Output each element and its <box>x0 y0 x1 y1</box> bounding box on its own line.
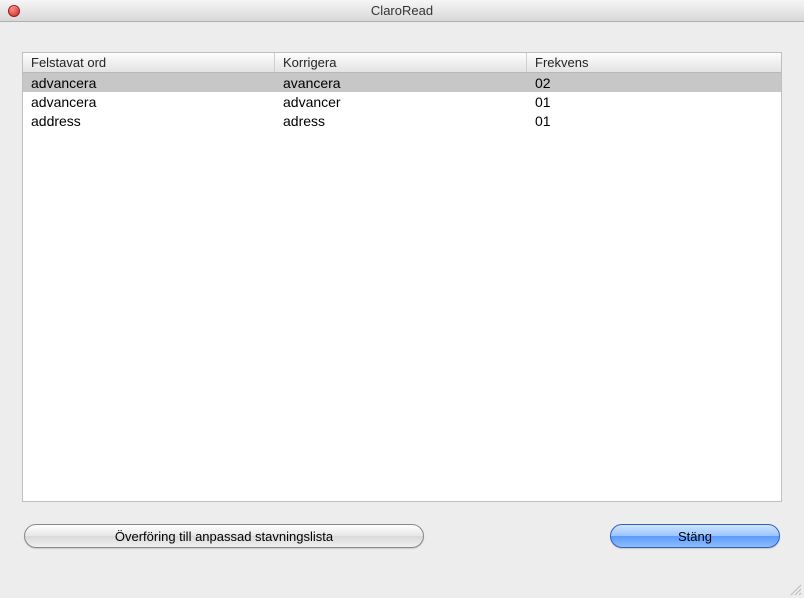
column-header-frequency[interactable]: Frekvens <box>527 53 781 72</box>
table-row[interactable]: advanceraadvancer01 <box>23 92 781 111</box>
transfer-button[interactable]: Överföring till anpassad stavningslista <box>24 524 424 548</box>
table-row[interactable]: addressadress01 <box>23 111 781 130</box>
button-row: Överföring till anpassad stavningslista … <box>22 524 782 548</box>
close-icon[interactable] <box>8 5 20 17</box>
cell-correction: advancer <box>275 92 527 111</box>
cell-correction: adress <box>275 111 527 130</box>
table-body: advanceraavancera02advanceraadvancer01ad… <box>23 73 781 130</box>
column-header-correction[interactable]: Korrigera <box>275 53 527 72</box>
table-row[interactable]: advanceraavancera02 <box>23 73 781 92</box>
cell-misspelled: advancera <box>23 92 275 111</box>
close-button[interactable]: Stäng <box>610 524 780 548</box>
cell-frequency: 01 <box>527 111 781 130</box>
cell-frequency: 02 <box>527 73 781 92</box>
cell-frequency: 01 <box>527 92 781 111</box>
column-header-misspelled[interactable]: Felstavat ord <box>23 53 275 72</box>
cell-misspelled: address <box>23 111 275 130</box>
window-title: ClaroRead <box>0 3 804 18</box>
cell-correction: avancera <box>275 73 527 92</box>
content-area: Felstavat ord Korrigera Frekvens advance… <box>0 22 804 568</box>
resize-grip-icon[interactable] <box>788 582 802 596</box>
cell-misspelled: advancera <box>23 73 275 92</box>
titlebar: ClaroRead <box>0 0 804 22</box>
table-header: Felstavat ord Korrigera Frekvens <box>23 53 781 73</box>
spelling-table[interactable]: Felstavat ord Korrigera Frekvens advance… <box>22 52 782 502</box>
